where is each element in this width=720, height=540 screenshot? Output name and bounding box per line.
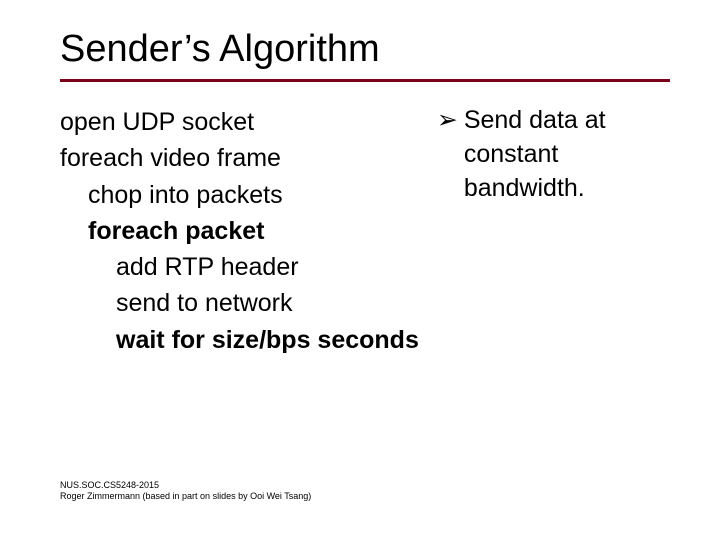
- slide-footer: NUS.SOC.CS5248-2015 Roger Zimmermann (ba…: [60, 480, 311, 503]
- note-column: ➢ Send data at constant bandwidth.: [419, 104, 670, 205]
- footer-line: NUS.SOC.CS5248-2015: [60, 480, 311, 491]
- pseudocode-column: open UDP socket foreach video frame chop…: [60, 104, 419, 358]
- slide-body: open UDP socket foreach video frame chop…: [60, 104, 670, 358]
- code-line: chop into packets: [60, 177, 419, 213]
- slide-title: Sender’s Algorithm: [60, 28, 670, 71]
- slide: Sender’s Algorithm open UDP socket forea…: [0, 0, 720, 540]
- bullet-item: ➢ Send data at constant bandwidth.: [437, 104, 670, 205]
- code-line: add RTP header: [60, 249, 419, 285]
- bullet-icon: ➢: [437, 104, 464, 138]
- code-line: open UDP socket: [60, 104, 419, 140]
- code-line: wait for size/bps seconds: [60, 322, 419, 358]
- note-text: Send data at constant bandwidth.: [464, 104, 670, 205]
- code-line: send to network: [60, 285, 419, 321]
- title-rule: [60, 79, 670, 82]
- code-line: foreach packet: [60, 213, 419, 249]
- footer-line: Roger Zimmermann (based in part on slide…: [60, 491, 311, 502]
- code-line: foreach video frame: [60, 140, 419, 176]
